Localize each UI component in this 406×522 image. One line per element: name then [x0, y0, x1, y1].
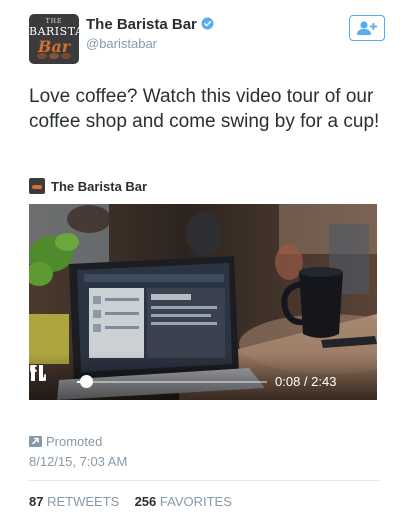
verified-badge-icon — [201, 17, 214, 30]
coffee-beans-icon — [37, 53, 71, 59]
favorites-count: 256 — [134, 494, 157, 509]
retweets-count: 87 — [29, 494, 44, 509]
card-source-name: The Barista Bar — [51, 178, 148, 194]
video-scrub-handle[interactable] — [80, 375, 94, 388]
account-name-text: The Barista Bar — [86, 16, 197, 33]
video-controls: 0:08 / 2:43 — [29, 364, 377, 400]
promoted-icon — [29, 436, 42, 447]
account-handle[interactable]: @baristabar — [86, 36, 157, 51]
favorites-stat[interactable]: 256 FAVORITES — [131, 494, 232, 509]
retweets-label: RETWEETS — [47, 494, 120, 509]
promoted-indicator: Promoted — [29, 434, 102, 449]
card-source-avatar — [29, 178, 45, 194]
promoted-label: Promoted — [46, 434, 103, 449]
tweet-header: THE BARISTA Bar The Barista Bar @barista… — [29, 14, 385, 64]
account-name[interactable]: The Barista Bar — [86, 16, 214, 33]
follow-button[interactable] — [349, 15, 385, 41]
divider — [29, 480, 379, 481]
avatar-logo-text-top: THE — [45, 18, 63, 25]
fullscreen-icon[interactable] — [29, 364, 47, 382]
avatar[interactable]: THE BARISTA Bar — [29, 14, 79, 64]
tweet-text: Love coffee? Watch this video tour of ou… — [29, 86, 380, 132]
card-source[interactable]: The Barista Bar — [29, 176, 147, 196]
retweets-stat[interactable]: 87 RETWEETS — [29, 494, 123, 509]
video-player[interactable]: 0:08 / 2:43 — [29, 204, 377, 400]
favorites-label: FAVORITES — [159, 494, 232, 509]
video-time: 0:08 / 2:43 — [275, 374, 337, 389]
tweet-timestamp[interactable]: 8/12/15, 7:03 AM — [29, 454, 127, 469]
video-scrubber[interactable] — [77, 381, 267, 383]
add-user-icon — [357, 21, 377, 35]
tweet-stats: 87 RETWEETS 256 FAVORITES — [29, 494, 232, 509]
